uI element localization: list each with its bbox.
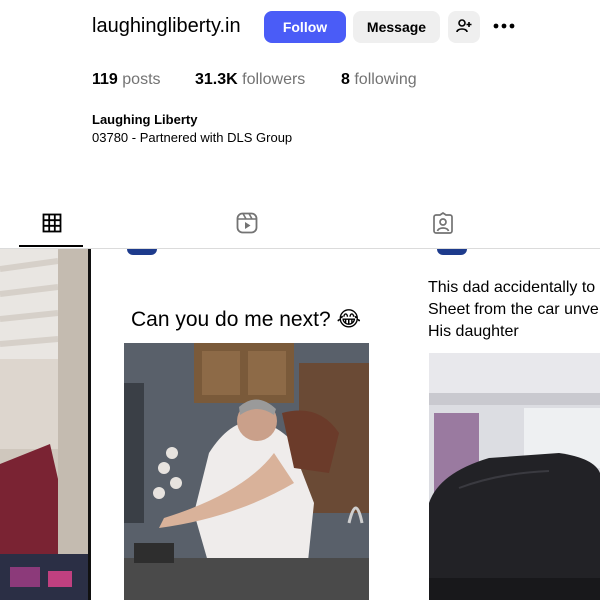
profile-username: laughingliberty.in (92, 15, 241, 37)
post-caption: This dad accidentally to Sheet from the … (428, 277, 599, 343)
suggested-accounts-button[interactable] (448, 11, 480, 43)
posts-count-label: posts (122, 71, 161, 88)
post-caption: Can you do me next? 😂 (131, 308, 361, 331)
brand-logo (437, 249, 467, 255)
tagged-icon (432, 211, 454, 239)
tab-reels[interactable] (236, 212, 258, 239)
tab-tagged[interactable] (432, 211, 454, 239)
post-caption-line: Sheet from the car unve (428, 301, 599, 318)
brand-logo (127, 249, 157, 255)
post-caption-line: His daughter (428, 323, 519, 340)
profile-bio: 03780 - Partnered with DLS Group (92, 130, 293, 145)
following-count-value: 8 (341, 71, 350, 88)
posts-count-value: 119 (92, 71, 118, 88)
posts-count: 119 posts (92, 71, 161, 89)
followers-count-value: 31.3K (195, 71, 238, 88)
tab-posts[interactable] (41, 213, 63, 237)
post-caption-line: This dad accidentally to (428, 279, 596, 296)
post-image (0, 249, 88, 600)
more-options-icon[interactable] (492, 16, 516, 36)
message-button[interactable]: Message (353, 11, 440, 43)
post-thumbnail[interactable]: Can you do me next? 😂 (91, 249, 399, 600)
following-label: following (354, 71, 417, 88)
reels-icon (236, 212, 258, 239)
active-tab-indicator (19, 245, 83, 247)
followers-link[interactable]: 31.3K followers (195, 71, 305, 89)
follow-button[interactable]: Follow (264, 11, 346, 43)
grid-icon (42, 213, 62, 238)
post-image (124, 343, 369, 600)
add-person-icon (456, 18, 472, 37)
following-link[interactable]: 8 following (341, 71, 417, 89)
profile-full-name: Laughing Liberty (92, 112, 198, 127)
post-image (429, 353, 600, 600)
post-thumbnail[interactable] (0, 249, 88, 600)
followers-label: followers (242, 71, 306, 88)
post-thumbnail[interactable]: This dad accidentally to Sheet from the … (399, 249, 600, 600)
